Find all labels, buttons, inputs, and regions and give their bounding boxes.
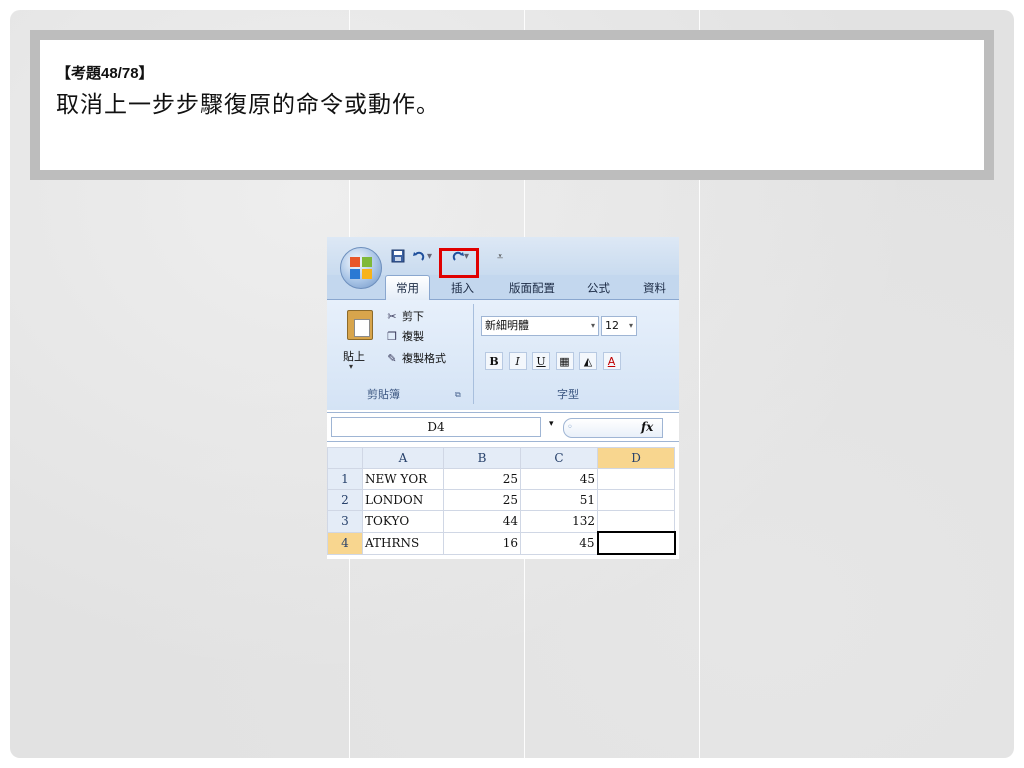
format-painter-button[interactable]: ✎ 複製格式	[385, 350, 446, 366]
font-size-value: 12	[605, 319, 619, 332]
spreadsheet-grid: A B C D 1 NEW YOR 25 45 2 LONDON 25 51 3…	[327, 447, 676, 555]
font-color-icon[interactable]: A	[602, 352, 621, 370]
cell-d3[interactable]	[597, 510, 675, 533]
redo-highlight-box	[439, 248, 479, 278]
cut-button[interactable]: ✂ 剪下	[385, 308, 424, 324]
column-header-row: A B C D	[327, 447, 675, 469]
customize-icon[interactable]: ⩡	[497, 249, 503, 265]
paste-button[interactable]: 貼上	[343, 348, 365, 364]
chevron-down-icon: ▾	[628, 321, 633, 330]
row-header[interactable]: 1	[327, 468, 363, 490]
cell-a4[interactable]: ATHRNS	[362, 531, 444, 555]
font-group: 新細明體 ▾ 12 ▾ B I U ▦ ◭ A 字型	[477, 304, 677, 404]
cell-c4[interactable]: 45	[520, 531, 598, 555]
cell-a3[interactable]: TOKYO	[362, 510, 444, 533]
cell-b1[interactable]: 25	[443, 468, 521, 490]
bold-button[interactable]: B	[485, 352, 503, 370]
column-header-d[interactable]: D	[597, 447, 675, 469]
cell-d1[interactable]	[597, 468, 675, 490]
cell-a1[interactable]: NEW YOR	[362, 468, 444, 490]
column-header-a[interactable]: A	[362, 447, 444, 469]
select-all-corner[interactable]	[327, 447, 363, 469]
table-row: 4 ATHRNS 16 45	[327, 531, 676, 555]
format-buttons: B I U ▦ ◭ A	[485, 352, 623, 372]
row-header[interactable]: 2	[327, 489, 363, 511]
name-box[interactable]: D4	[331, 417, 541, 437]
cut-label: 剪下	[402, 310, 424, 323]
column-header-c[interactable]: C	[520, 447, 598, 469]
circle-icon: ◦	[567, 422, 573, 433]
font-name-value: 新細明體	[485, 319, 529, 332]
cell-c1[interactable]: 45	[520, 468, 598, 490]
brush-icon: ✎	[387, 352, 397, 365]
undo-icon[interactable]	[412, 249, 426, 265]
fill-color-icon[interactable]: ◭	[579, 352, 597, 370]
paste-icon[interactable]	[347, 310, 373, 340]
excel-screenshot: ▾ ▾ ⩡ 常用 插入 版面配置 公式 資料 貼上 ▾ ✂ 剪下 ❐ 複製 ✎ …	[327, 237, 679, 559]
chevron-down-icon[interactable]: ▾	[549, 419, 554, 429]
clipboard-launcher-icon[interactable]: ⧉	[455, 390, 461, 400]
scissors-icon: ✂	[387, 310, 397, 323]
office-logo-icon	[350, 257, 372, 279]
cell-c3[interactable]: 132	[520, 510, 598, 533]
copy-button[interactable]: ❐ 複製	[385, 328, 424, 344]
tab-formulas[interactable]: 公式	[587, 280, 610, 296]
question-label: 【考題48/78】	[56, 65, 154, 82]
italic-button[interactable]: I	[508, 352, 527, 370]
ribbon: 貼上 ▾ ✂ 剪下 ❐ 複製 ✎ 複製格式 剪貼簿 ⧉ 新細明體 ▾ 12 ▾	[327, 300, 679, 410]
table-row: 1 NEW YOR 25 45	[327, 468, 675, 490]
cell-a2[interactable]: LONDON	[362, 489, 444, 511]
chevron-down-icon: ▾	[590, 321, 595, 330]
row-header[interactable]: 4	[327, 531, 363, 555]
ribbon-tabs: 常用 插入 版面配置 公式 資料	[327, 275, 679, 300]
table-row: 3 TOKYO 44 132	[327, 510, 675, 533]
cell-c2[interactable]: 51	[520, 489, 598, 511]
border-icon[interactable]: ▦	[555, 352, 574, 370]
copy-label: 複製	[402, 330, 424, 343]
copy-icon: ❐	[387, 330, 397, 343]
cell-b2[interactable]: 25	[443, 489, 521, 511]
fx-icon[interactable]: fx	[641, 420, 653, 434]
cell-d2[interactable]	[597, 489, 675, 511]
question-box: 【考題48/78】 取消上一步步驟復原的命令或動作。	[30, 30, 994, 180]
undo-dropdown-icon[interactable]: ▾	[427, 249, 432, 265]
tab-page-layout[interactable]: 版面配置	[509, 280, 555, 296]
table-row: 2 LONDON 25 51	[327, 489, 675, 511]
font-size-select[interactable]: 12 ▾	[601, 316, 637, 336]
office-button[interactable]	[340, 247, 382, 289]
clipboard-group: 貼上 ▾ ✂ 剪下 ❐ 複製 ✎ 複製格式 剪貼簿 ⧉	[333, 304, 474, 404]
tab-home[interactable]: 常用	[385, 275, 430, 300]
clipboard-group-label: 剪貼簿	[367, 388, 400, 401]
row-header[interactable]: 3	[327, 510, 363, 533]
column-header-b[interactable]: B	[443, 447, 521, 469]
paste-dropdown-icon[interactable]: ▾	[349, 362, 353, 371]
save-icon[interactable]	[391, 249, 407, 265]
underline-button[interactable]: U	[532, 352, 550, 370]
tab-insert[interactable]: 插入	[451, 280, 474, 296]
format-painter-label: 複製格式	[402, 352, 446, 365]
font-group-label: 字型	[557, 388, 579, 401]
question-text: 取消上一步步驟復原的命令或動作。	[56, 92, 440, 118]
font-name-select[interactable]: 新細明體 ▾	[481, 316, 599, 336]
cell-d4-active[interactable]	[596, 531, 676, 555]
cell-b4[interactable]: 16	[443, 531, 521, 555]
formula-bar: D4 ▾ ◦ fx	[327, 412, 679, 442]
cell-b3[interactable]: 44	[443, 510, 521, 533]
tab-data[interactable]: 資料	[643, 280, 666, 296]
question-box-inner: 【考題48/78】 取消上一步步驟復原的命令或動作。	[40, 40, 984, 170]
